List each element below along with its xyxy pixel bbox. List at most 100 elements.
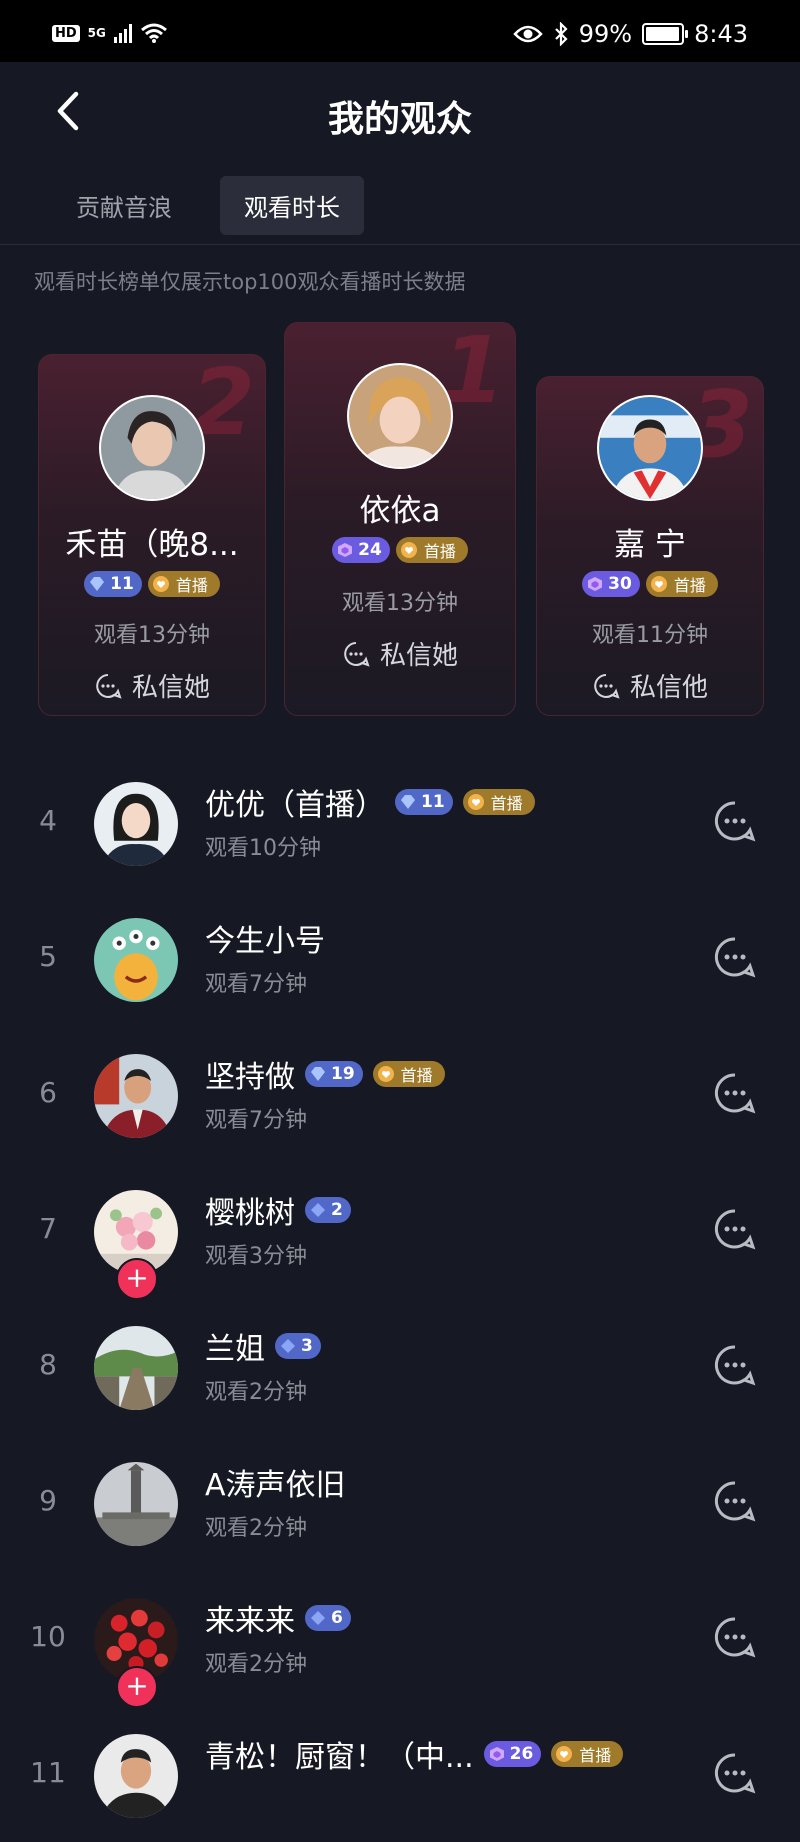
fan-badge: 首播 (551, 1741, 624, 1767)
podium-name: 禾苗（晚8... (65, 527, 239, 563)
podium-card-rank-2[interactable]: 2 禾苗（晚8... 11 首播 观看13分钟 私信她 (38, 354, 266, 716)
list-item[interactable]: 5 今生小号 观看7分钟 (0, 890, 800, 1026)
user-name-line: 兰姐 3 (205, 1324, 321, 1368)
hd-indicator: HD (52, 24, 80, 42)
badges: 24 首播 (285, 537, 515, 563)
chat-icon[interactable] (714, 1072, 756, 1114)
watch-duration: 观看11分钟 (592, 623, 708, 648)
rank-number: 4 (39, 804, 57, 837)
watch-duration: 观看3分钟 (205, 1244, 307, 1269)
status-right: 99% 8:43 (513, 20, 748, 48)
avatar[interactable] (99, 395, 205, 501)
avatar[interactable] (94, 1462, 178, 1546)
rank-number: 8 (39, 1348, 57, 1381)
user-name: 坚持做 (205, 1060, 295, 1095)
fan-badge-label: 首播 (175, 576, 208, 595)
heart-icon (556, 1746, 573, 1762)
fan-badge: 首播 (645, 571, 718, 597)
chat-icon[interactable] (714, 1344, 756, 1386)
user-name: 今生小号 (205, 924, 325, 959)
fan-badge-label: 首播 (673, 576, 706, 595)
dm-button[interactable]: 私信他 (537, 667, 763, 704)
page-title: 我的观众 (327, 99, 472, 140)
level-value: 3 (301, 1336, 313, 1356)
chat-icon[interactable] (714, 936, 756, 978)
rank-number: 11 (30, 1756, 66, 1789)
user-name: 来来来 (205, 1604, 295, 1639)
chat-icon[interactable] (714, 1480, 756, 1522)
list-item[interactable]: 9 A涛声依旧 观看2分钟 (0, 1434, 800, 1570)
avatar[interactable] (94, 782, 178, 866)
user-name-line: 来来来 6 (205, 1596, 351, 1640)
tab-contribution[interactable]: 贡献音浪 (52, 176, 196, 235)
level-value: 2 (331, 1200, 343, 1220)
chat-icon[interactable] (714, 800, 756, 842)
avatar[interactable] (94, 918, 178, 1002)
gem-icon (401, 795, 415, 809)
level-value: 11 (421, 792, 445, 812)
follow-plus-button[interactable]: + (116, 1666, 158, 1708)
list-item[interactable]: 8 兰姐 3 观看2分钟 (0, 1298, 800, 1434)
watch-duration: 观看7分钟 (205, 1108, 307, 1133)
tab-watch-time[interactable]: 观看时长 (220, 176, 364, 235)
gem-icon (489, 1747, 504, 1761)
watch-duration: 观看13分钟 (342, 591, 458, 616)
podium-name: 嘉 宁 (614, 527, 686, 563)
level-badge: 2 (305, 1197, 351, 1223)
fan-badge: 首播 (395, 537, 468, 563)
podium-card-rank-3[interactable]: 3 嘉 宁 30 首播 观看11分钟 私信他 (536, 376, 764, 716)
chat-icon (594, 673, 620, 699)
list-item[interactable]: 6 坚持做 19 首播 观看7分钟 (0, 1026, 800, 1162)
user-name: 兰姐 (205, 1332, 265, 1367)
notice-text: 观看时长榜单仅展示top100观众看播时长数据 (34, 270, 466, 294)
list-item[interactable]: 10 + 来来来 6 观看2分钟 (0, 1570, 800, 1708)
dm-label: 私信他 (629, 673, 708, 703)
dm-button[interactable]: 私信她 (39, 667, 265, 704)
chat-icon[interactable] (714, 1616, 756, 1658)
podium-card-rank-1[interactable]: 1 依依a 24 首播 观看13分钟 私信她 (284, 322, 516, 716)
rank-number: 5 (39, 940, 57, 973)
user-name-line: 坚持做 19 首播 (205, 1052, 445, 1096)
podium-name: 依依a (359, 493, 441, 529)
heart-icon (650, 576, 667, 592)
chat-icon (344, 641, 370, 667)
fan-badge-label: 首播 (400, 1066, 433, 1085)
battery-percent: 99% (578, 20, 633, 48)
fan-badge-label: 首播 (423, 542, 456, 561)
gem-icon (90, 577, 105, 591)
level-value: 19 (331, 1064, 355, 1084)
rank-number: 6 (39, 1076, 57, 1109)
rank-number: 9 (39, 1484, 57, 1517)
header: 我的观众 (0, 62, 800, 162)
user-name-line: A涛声依旧 (205, 1460, 346, 1504)
avatar[interactable] (94, 1326, 178, 1410)
status-left: HD 5G (52, 22, 168, 44)
battery-icon (642, 23, 689, 45)
gem-icon (311, 1203, 325, 1217)
list-item[interactable]: 7 + 樱桃树 2 观看3分钟 (0, 1162, 800, 1300)
user-name-line: 青松！厨窗！（中... 26 首播 (205, 1732, 624, 1776)
gem-icon (588, 577, 603, 591)
list-item[interactable]: 11 青松！厨窗！（中... 26 首播 (0, 1706, 800, 1842)
level-badge: 6 (305, 1605, 351, 1631)
watch-duration: 观看2分钟 (205, 1652, 307, 1677)
chat-icon[interactable] (714, 1208, 756, 1250)
avatar[interactable] (94, 1734, 178, 1818)
avatar[interactable] (347, 363, 453, 469)
watch-duration: 观看13分钟 (94, 623, 210, 648)
watch-duration: 观看2分钟 (205, 1516, 307, 1541)
dm-button[interactable]: 私信她 (285, 635, 515, 672)
level-value: 6 (331, 1608, 343, 1628)
level-badge: 19 (305, 1061, 363, 1087)
follow-plus-button[interactable]: + (116, 1258, 158, 1300)
fan-badge-label: 首播 (490, 794, 523, 813)
list-item[interactable]: 4 优优（首播） 11 首播 观看10分钟 (0, 754, 800, 890)
heart-icon (152, 576, 169, 592)
divider (0, 244, 800, 245)
gem-icon (281, 1339, 295, 1353)
bluetooth-icon (554, 22, 568, 46)
avatar[interactable] (94, 1054, 178, 1138)
level-badge: 26 (483, 1741, 542, 1767)
chat-icon[interactable] (714, 1752, 756, 1794)
avatar[interactable] (597, 395, 703, 501)
